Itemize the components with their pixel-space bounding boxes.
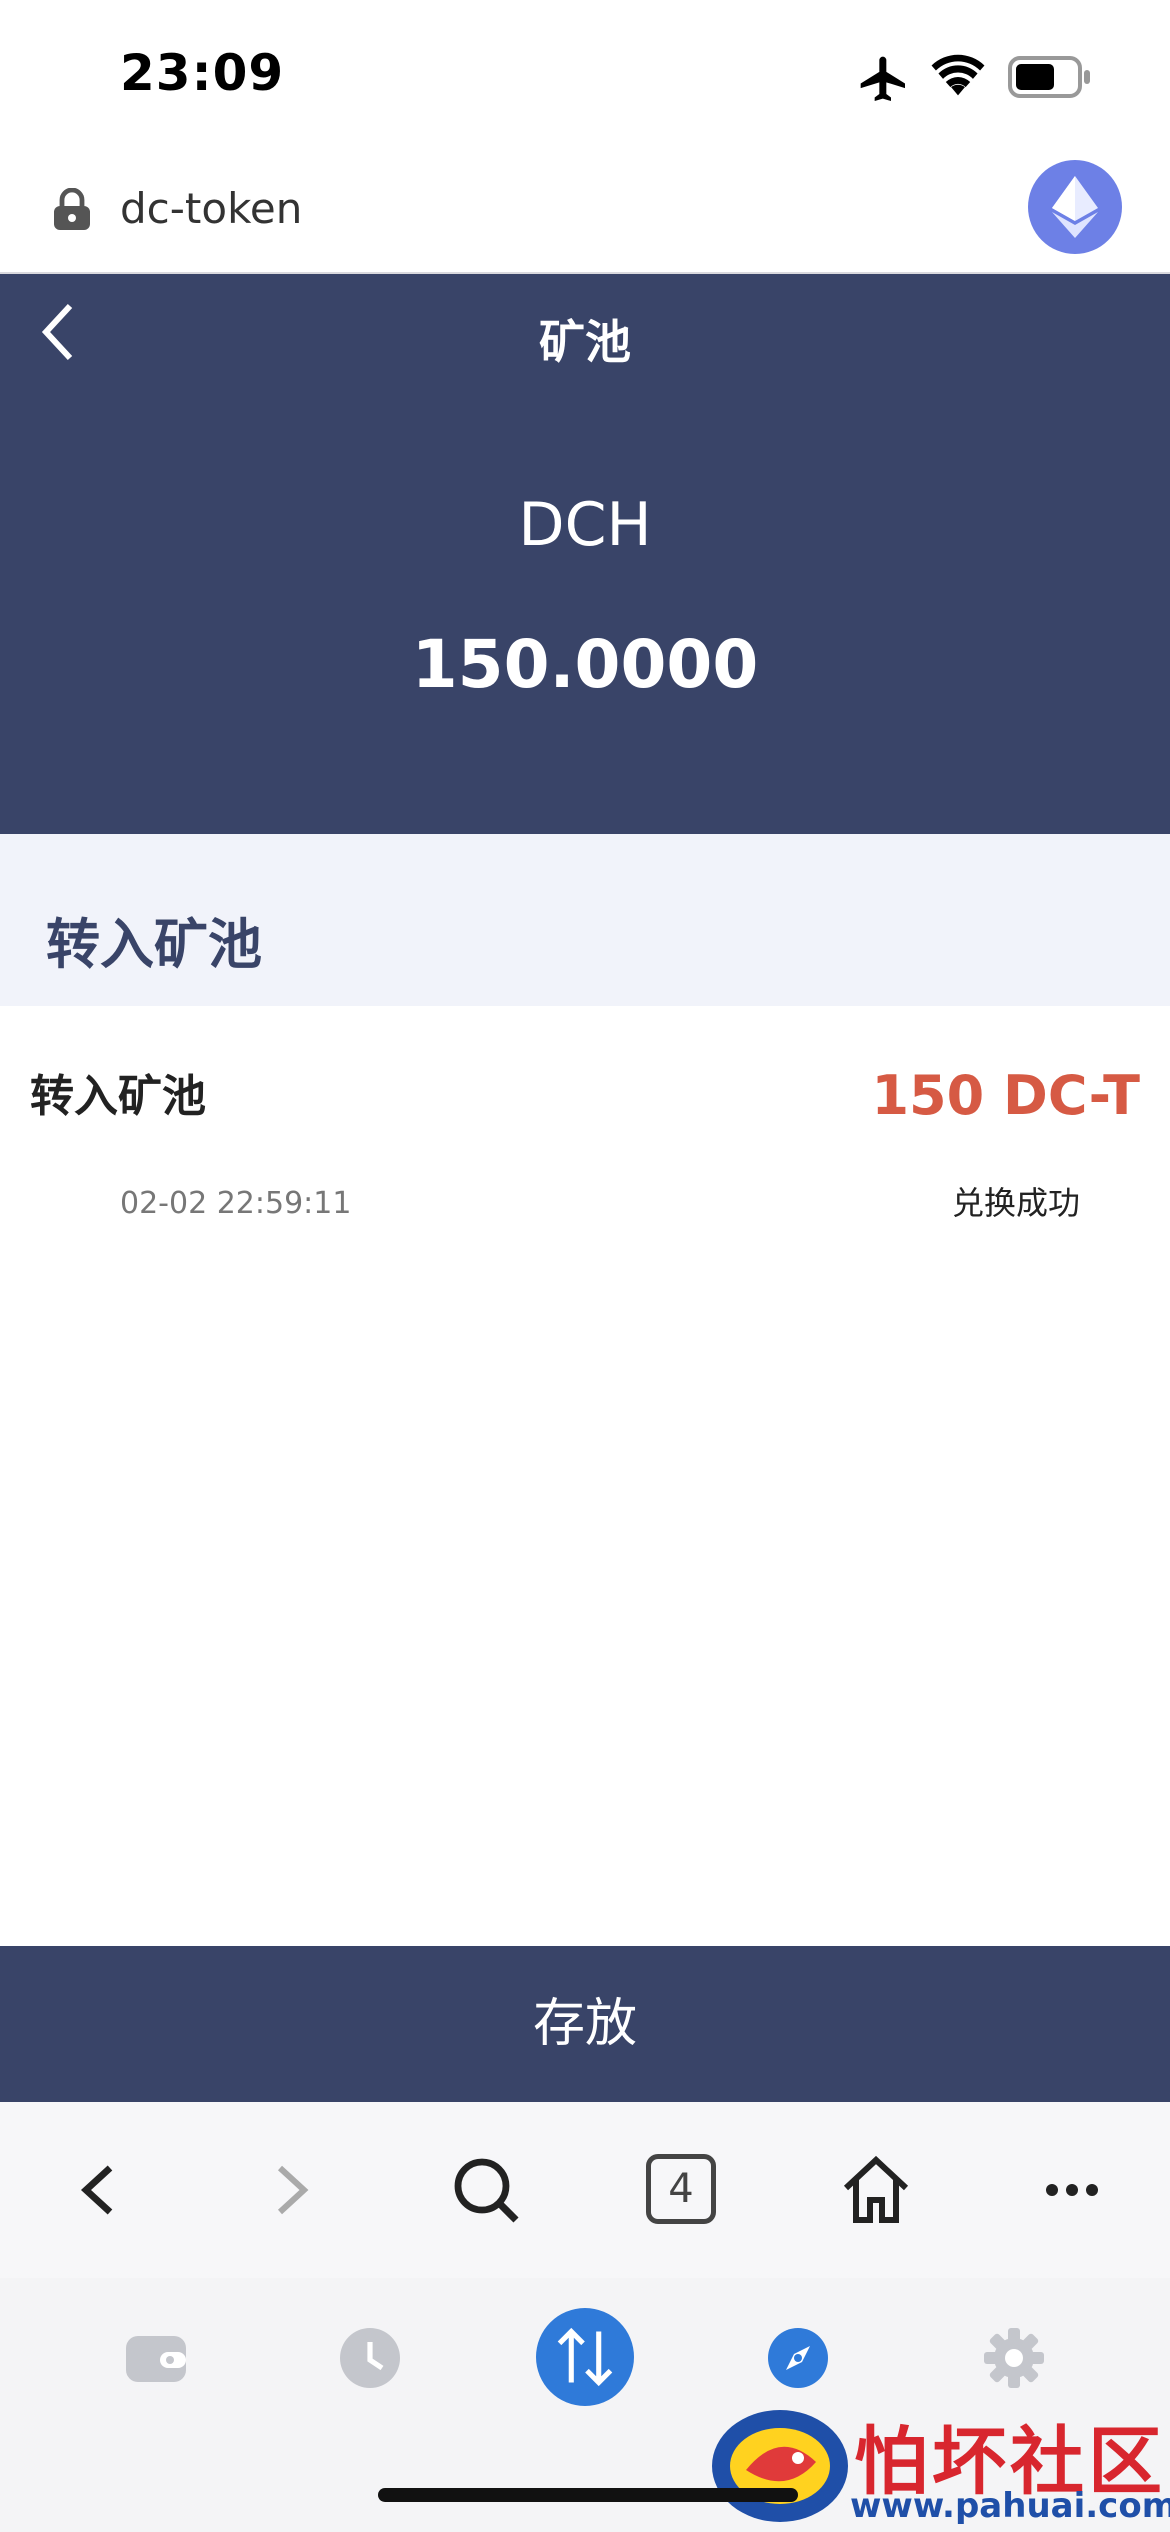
home-indicator [378, 2488, 798, 2502]
status-time: 23:09 [120, 44, 285, 102]
section-title: 转入矿池 [46, 913, 262, 976]
watermark-url: www.pahuai.com [850, 2486, 1170, 2526]
url-text[interactable]: dc-token [120, 184, 302, 233]
record-amount: 150 DC-T [871, 1064, 1140, 1127]
record-time: 02-02 22:59:11 [120, 1186, 352, 1221]
back-icon[interactable] [62, 2152, 138, 2228]
forward-icon[interactable] [252, 2152, 328, 2228]
wallet-icon[interactable] [124, 2330, 188, 2386]
battery-icon [1008, 56, 1090, 98]
token-balance: 150.0000 [411, 626, 759, 703]
wifi-icon [931, 54, 985, 96]
home-icon[interactable] [838, 2152, 914, 2228]
record-title: 转入矿池 [30, 1071, 206, 1122]
transfer-icon[interactable] [536, 2308, 634, 2406]
search-icon[interactable] [448, 2152, 524, 2228]
settings-gear-icon[interactable] [982, 2326, 1046, 2390]
token-name: DCH [518, 490, 652, 560]
airplane-mode-icon [860, 56, 905, 101]
browser-toolbar [0, 2102, 1170, 2278]
tab-count-button[interactable]: 4 [646, 2154, 716, 2224]
lock-icon [54, 188, 90, 230]
ethereum-network-button[interactable] [1028, 160, 1122, 254]
more-icon[interactable] [1034, 2152, 1110, 2228]
record-status: 兑换成功 [951, 1184, 1080, 1222]
ethereum-icon [1052, 176, 1098, 238]
page-title: 矿池 [539, 315, 631, 369]
deposit-button[interactable]: 存放 [0, 1946, 1170, 2102]
discover-icon[interactable] [766, 2326, 830, 2390]
clock-icon[interactable] [338, 2326, 402, 2390]
